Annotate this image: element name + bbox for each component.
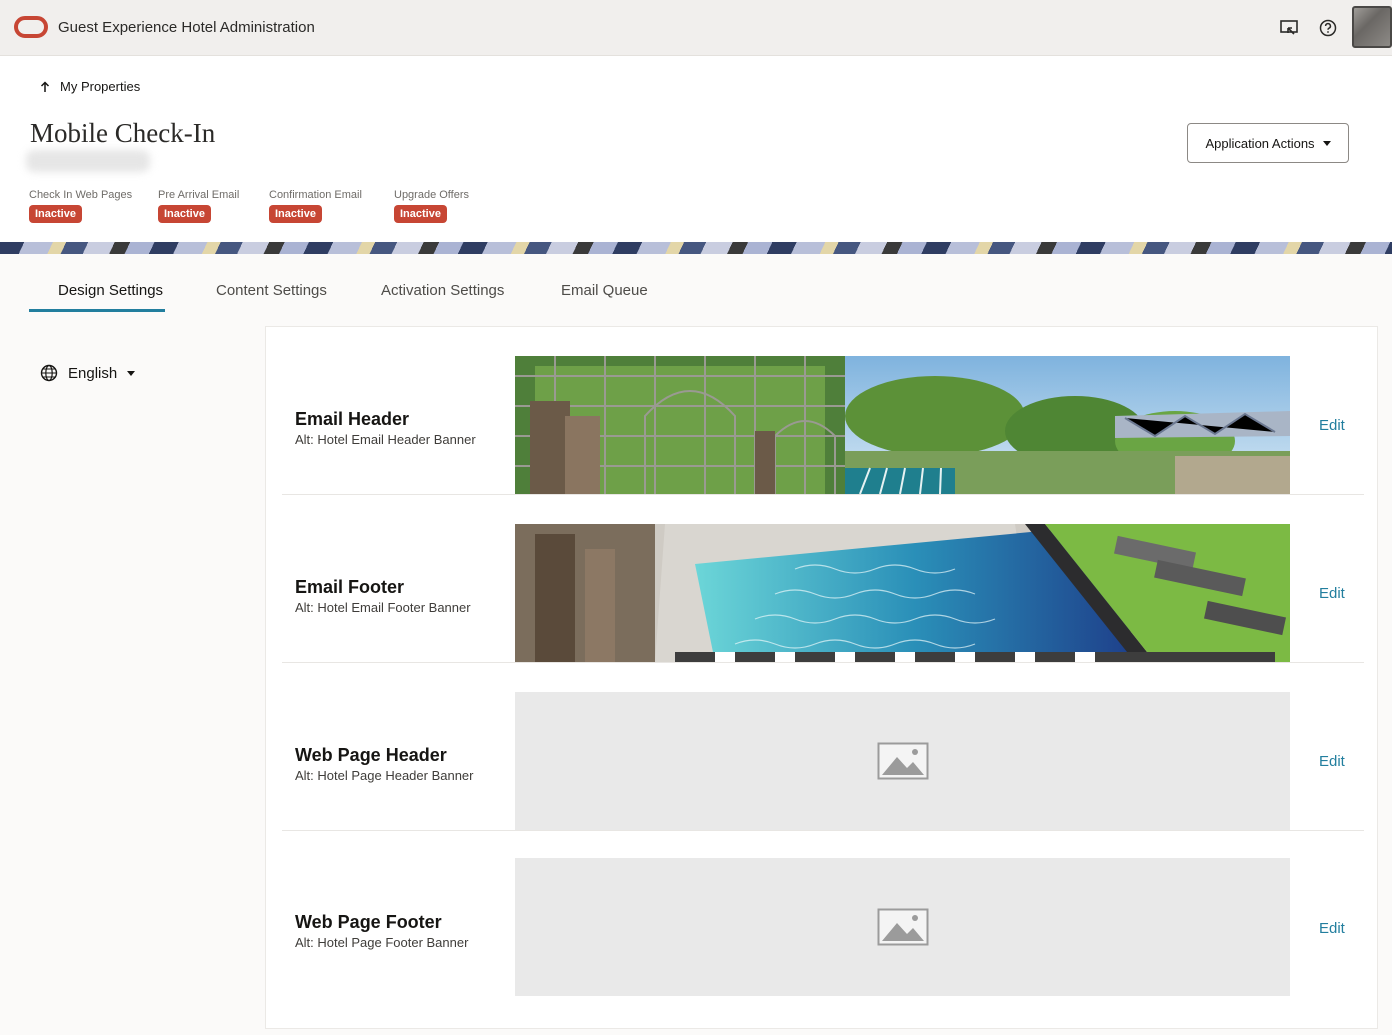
status-badge: Inactive <box>158 205 211 223</box>
image-placeholder-icon <box>877 908 928 946</box>
status-confirmation-email: Confirmation Email Inactive <box>269 189 362 223</box>
design-settings-panel: Email Header Alt: Hotel Email Header Ban… <box>265 326 1378 1029</box>
row-alt-text: Alt: Hotel Page Header Banner <box>295 768 474 783</box>
status-badge: Inactive <box>394 205 447 223</box>
web-page-header-placeholder <box>515 692 1290 830</box>
status-label: Check In Web Pages <box>29 189 133 201</box>
row-title: Web Page Header <box>295 745 447 765</box>
tab-design-settings[interactable]: Design Settings <box>58 282 163 299</box>
web-page-footer-placeholder <box>515 858 1290 996</box>
banner-row-email-header: Email Header Alt: Hotel Email Header Ban… <box>282 327 1364 495</box>
status-label: Upgrade Offers <box>394 189 470 201</box>
tab-activation-settings[interactable]: Activation Settings <box>381 282 504 299</box>
back-to-my-properties-link[interactable]: My Properties <box>40 79 140 94</box>
banner-row-email-footer: Email Footer Alt: Hotel Email Footer Ban… <box>282 495 1364 663</box>
tab-content-settings[interactable]: Content Settings <box>216 282 327 299</box>
row-title: Web Page Footer <box>295 912 442 932</box>
status-label: Confirmation Email <box>269 189 362 201</box>
avatar[interactable] <box>1352 6 1392 48</box>
row-title: Email Footer <box>295 577 405 597</box>
status-check-in-web-pages: Check In Web Pages Inactive <box>29 189 132 223</box>
property-name-redacted <box>26 150 150 172</box>
status-pre-arrival-email: Pre Arrival Email Inactive <box>158 189 239 223</box>
decorative-band <box>0 242 1392 254</box>
row-title: Email Header <box>295 409 410 429</box>
back-link-label: My Properties <box>60 79 141 94</box>
status-badge: Inactive <box>269 205 322 223</box>
edit-email-header-link[interactable]: Edit <box>1319 417 1345 434</box>
active-tab-indicator <box>29 309 165 312</box>
language-selector[interactable]: English <box>40 364 136 382</box>
edit-web-page-header-link[interactable]: Edit <box>1319 753 1345 770</box>
app-title: Guest Experience Hotel Administration <box>58 19 315 36</box>
edit-web-page-footer-link[interactable]: Edit <box>1319 920 1345 937</box>
row-alt-text: Alt: Hotel Email Header Banner <box>295 432 476 447</box>
email-footer-banner-image <box>515 524 1290 662</box>
application-actions-button[interactable]: Application Actions <box>1187 123 1349 163</box>
email-header-banner-image <box>515 356 1290 494</box>
row-alt-text: Alt: Hotel Email Footer Banner <box>295 600 471 615</box>
help-icon[interactable] <box>1317 17 1339 39</box>
status-badge: Inactive <box>29 205 82 223</box>
globe-icon <box>40 364 58 382</box>
application-actions-label: Application Actions <box>1205 135 1315 151</box>
status-label: Pre Arrival Email <box>158 189 240 201</box>
language-label: English <box>68 364 118 382</box>
cast-icon[interactable] <box>1278 17 1300 39</box>
arrow-up-icon <box>40 80 50 92</box>
banner-row-web-page-header: Web Page Header Alt: Hotel Page Header B… <box>282 663 1364 831</box>
status-upgrade-offers: Upgrade Offers Inactive <box>394 189 469 223</box>
row-alt-text: Alt: Hotel Page Footer Banner <box>295 935 469 950</box>
chevron-down-icon <box>1322 140 1331 146</box>
page-title: Mobile Check-In <box>30 118 216 148</box>
oracle-logo[interactable] <box>14 16 48 38</box>
tab-email-queue[interactable]: Email Queue <box>561 282 648 299</box>
edit-email-footer-link[interactable]: Edit <box>1319 585 1345 602</box>
image-placeholder-icon <box>877 742 928 780</box>
tab-bar: Design Settings Content Settings Activat… <box>0 254 1392 314</box>
chevron-down-icon <box>127 370 136 376</box>
banner-row-web-page-footer: Web Page Footer Alt: Hotel Page Footer B… <box>282 831 1364 999</box>
top-bar: Guest Experience Hotel Administration <box>0 0 1392 56</box>
